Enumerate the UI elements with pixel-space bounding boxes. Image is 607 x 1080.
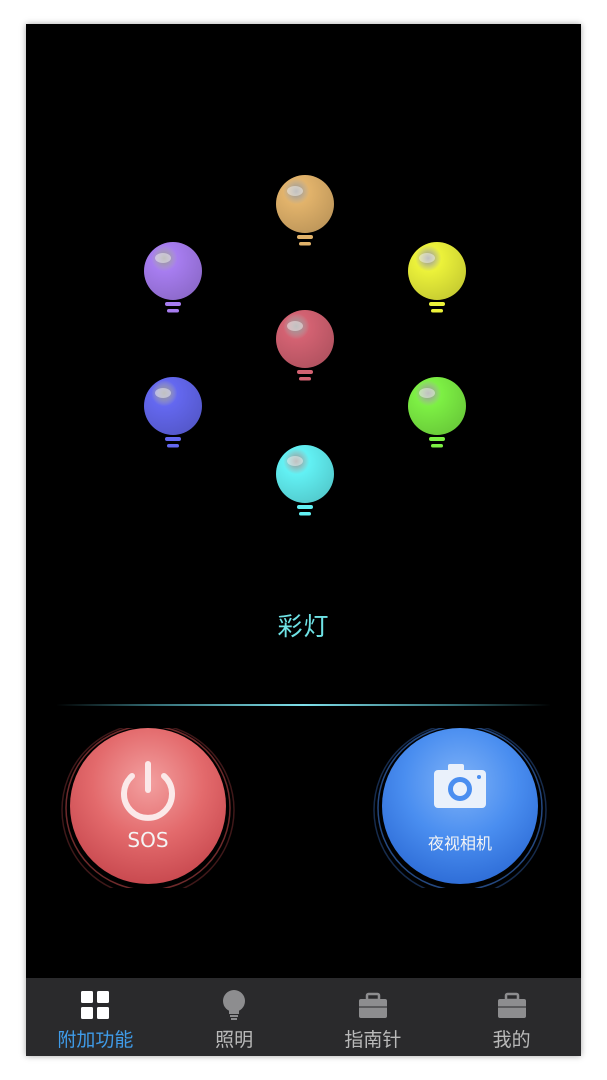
sos-label: SOS bbox=[127, 828, 169, 852]
bulb-green-button[interactable] bbox=[405, 376, 469, 454]
bulb-purple-button[interactable] bbox=[141, 241, 205, 319]
bulb-yellow-button[interactable] bbox=[405, 241, 469, 319]
lightbulb-icon bbox=[276, 310, 334, 381]
app-screen: 彩灯 SOS 夜视相机 附加功能 照明 指南针 我的 bbox=[26, 24, 581, 1056]
power-icon bbox=[121, 761, 175, 821]
tab-extra-features[interactable]: 附加功能 bbox=[26, 978, 165, 1056]
tab-lighting[interactable]: 照明 bbox=[165, 978, 304, 1056]
lightbulb-icon bbox=[408, 377, 466, 448]
tab-label: 照明 bbox=[215, 1029, 254, 1051]
briefcase-icon bbox=[358, 992, 387, 1018]
lightbulb-icon bbox=[144, 242, 202, 313]
bottom-tab-bar: 附加功能 照明 指南针 我的 bbox=[26, 978, 581, 1056]
bulb-orange-button[interactable] bbox=[273, 174, 337, 252]
bulb-cyan-button[interactable] bbox=[273, 444, 337, 522]
lightbulb-icon bbox=[223, 990, 246, 1020]
divider-line bbox=[56, 704, 551, 706]
tab-label: 指南针 bbox=[344, 1029, 402, 1051]
lightbulb-icon bbox=[276, 445, 334, 516]
bulb-blue-button[interactable] bbox=[141, 376, 205, 454]
tab-compass[interactable]: 指南针 bbox=[304, 978, 443, 1056]
briefcase-icon bbox=[497, 992, 526, 1018]
lightbulb-icon bbox=[276, 175, 334, 246]
grid-icon bbox=[81, 991, 110, 1019]
night-camera-button[interactable]: 夜视相机 bbox=[370, 728, 550, 888]
camera-icon bbox=[434, 764, 486, 808]
sos-button[interactable]: SOS bbox=[58, 728, 238, 888]
lightbulb-icon bbox=[144, 377, 202, 448]
night-camera-label: 夜视相机 bbox=[427, 834, 492, 853]
bulb-red-button[interactable] bbox=[273, 309, 337, 387]
lightbulb-icon bbox=[408, 242, 466, 313]
tab-label: 附加功能 bbox=[57, 1029, 134, 1051]
tab-mine[interactable]: 我的 bbox=[442, 978, 581, 1056]
tab-label: 我的 bbox=[492, 1029, 531, 1051]
mode-title: 彩灯 bbox=[277, 612, 330, 641]
